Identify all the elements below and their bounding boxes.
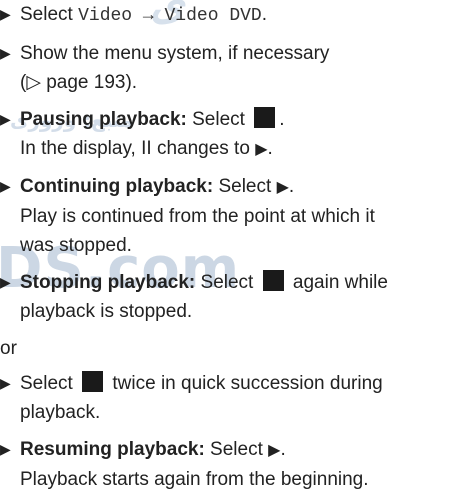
- step-line: Select Video → Video DVD.: [20, 0, 458, 31]
- menu-path: Video → Video DVD: [78, 6, 262, 26]
- stop-button-icon: [82, 371, 104, 392]
- step-line: Resuming playback: Select ▶.: [20, 435, 458, 465]
- bullet-arrow-icon: ▶: [0, 111, 11, 127]
- step-text: (▷ page 193).: [20, 72, 138, 93]
- step-text: Select: [186, 109, 251, 130]
- step-line: was stopped.: [20, 231, 458, 260]
- step-text: .: [267, 138, 273, 159]
- step-heading: Pausing playback:: [20, 109, 187, 130]
- step-line: Select twice in quick succession during: [20, 369, 458, 398]
- step-line: Play is continued from the point at whic…: [20, 202, 458, 231]
- bullet-arrow-icon: ▶: [0, 441, 11, 457]
- play-icon: ▶: [255, 141, 268, 158]
- step-line: playback.: [20, 398, 458, 427]
- step-spacer: [0, 31, 464, 39]
- step-line: In the display, II changes to ▶.: [20, 134, 458, 164]
- step-line: Continuing playback: Select ▶.: [20, 172, 458, 202]
- step-heading: Resuming playback:: [20, 439, 205, 460]
- step-line: (▷ page 193).: [20, 68, 458, 97]
- step-text: Select: [20, 373, 79, 394]
- step-item: ▶ Pausing playback: Select . In the displa…: [0, 105, 458, 164]
- step-item: ▶ Select Video → Video DVD.: [0, 0, 458, 31]
- step-spacer: [0, 427, 464, 435]
- step-heading: Continuing playback:: [20, 176, 214, 197]
- step-text: .: [279, 109, 285, 130]
- play-icon: ▶: [268, 442, 281, 459]
- play-icon: ▶: [276, 179, 289, 196]
- step-line: Show the menu system, if necessary: [20, 39, 458, 68]
- step-spacer: [0, 260, 464, 268]
- step-text: .: [280, 439, 286, 460]
- step-text: Select: [20, 4, 79, 25]
- step-item: ▶ Resuming playback: Select ▶. Playback st…: [0, 435, 458, 494]
- instruction-list: ▶ Select Video → Video DVD. ▶ Show the menu…: [0, 0, 464, 494]
- step-text: Play is continued from the point at whic…: [20, 206, 375, 227]
- step-line: playback is stopped.: [20, 297, 458, 326]
- step-text: was stopped.: [20, 235, 132, 256]
- step-line: Stopping playback: Select again while: [20, 268, 458, 297]
- step-text: Show the menu system, if necessary: [20, 43, 330, 64]
- step-item: ▶ Stopping playback: Select again while pl…: [0, 268, 458, 326]
- bullet-arrow-icon: ▶: [0, 6, 11, 22]
- step-text: twice in quick succession during: [107, 373, 383, 394]
- or-separator: or: [0, 338, 17, 359]
- steps-group-2: ▶ Select twice in quick succession during…: [0, 369, 464, 494]
- step-text: Select: [195, 272, 259, 293]
- step-text: playback.: [20, 402, 101, 423]
- step-line: Pausing playback: Select .: [20, 105, 458, 134]
- stop-button-icon: [254, 107, 276, 128]
- bullet-arrow-icon: ▶: [0, 178, 11, 194]
- step-text: .: [288, 176, 295, 197]
- step-text: Select: [213, 176, 277, 197]
- bullet-arrow-icon: ▶: [0, 45, 11, 61]
- step-item: ▶ Show the menu system, if necessary (▷ pa…: [0, 39, 458, 97]
- step-text: playback is stopped.: [20, 301, 193, 322]
- step-text: Select: [204, 439, 269, 460]
- steps-group-1: ▶ Select Video → Video DVD. ▶ Show the menu…: [0, 0, 464, 326]
- bullet-arrow-icon: ▶: [0, 274, 11, 290]
- stop-button-icon: [262, 270, 284, 291]
- step-item: ▶ Select twice in quick succession during…: [0, 369, 458, 427]
- step-heading: Stopping playback:: [20, 272, 196, 293]
- step-text: In the display, II changes to: [20, 138, 256, 159]
- step-text: .: [261, 4, 268, 25]
- step-line: Playback starts again from the beginning…: [20, 465, 458, 494]
- step-spacer: [0, 164, 464, 172]
- step-spacer: [0, 97, 464, 105]
- step-text: Playback starts again from the beginning…: [20, 469, 369, 490]
- step-item: ▶ Continuing playback: Select ▶. Play is c…: [0, 172, 458, 260]
- bullet-arrow-icon: ▶: [0, 375, 11, 391]
- step-text: again while: [287, 272, 388, 293]
